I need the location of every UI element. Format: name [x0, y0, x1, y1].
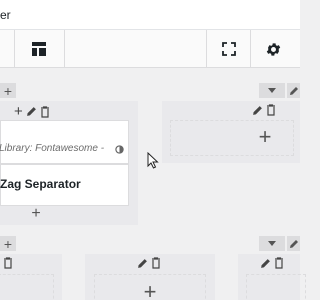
empty-drop-zone[interactable]	[246, 274, 306, 300]
column-left: + Library: Fontawesome - Zag Separator +	[0, 101, 138, 225]
pencil-icon[interactable]	[137, 258, 148, 269]
pencil-icon	[289, 239, 298, 248]
fullscreen-button[interactable]	[214, 30, 244, 68]
column-actions	[3, 257, 13, 269]
add-section-button[interactable]: +	[0, 83, 16, 98]
fullscreen-icon	[222, 42, 236, 56]
gear-icon	[266, 42, 280, 56]
empty-drop-zone[interactable]	[0, 274, 54, 300]
section-edit-button[interactable]	[287, 236, 300, 251]
toolbar-divider	[206, 30, 207, 68]
column-lower-right	[238, 254, 306, 300]
settings-button[interactable]	[258, 30, 288, 68]
empty-drop-zone[interactable]	[170, 120, 294, 156]
section-edit-button[interactable]	[287, 83, 300, 98]
trash-icon[interactable]	[3, 257, 13, 269]
library-meta: Library: Fontawesome -	[0, 143, 105, 154]
trash-icon[interactable]	[274, 257, 284, 269]
section-move-button[interactable]	[259, 83, 285, 98]
plus-icon: +	[3, 235, 13, 252]
editor-toolbar	[0, 30, 300, 68]
chevron-down-icon	[268, 240, 276, 246]
pencil-icon	[289, 86, 298, 95]
column-actions	[137, 257, 161, 269]
section-move-button[interactable]	[259, 236, 285, 251]
layout-icon	[32, 42, 46, 56]
column-actions	[260, 257, 284, 269]
plus-icon[interactable]: +	[14, 103, 23, 120]
cursor-arrow-icon	[147, 152, 159, 169]
column-actions: +	[14, 103, 50, 120]
pencil-icon[interactable]	[26, 106, 37, 117]
pencil-icon[interactable]	[260, 258, 271, 269]
trash-icon[interactable]	[40, 105, 50, 118]
editor-title: er	[0, 8, 11, 22]
chevron-down-icon	[268, 87, 276, 93]
add-widget-button[interactable]: +	[29, 206, 43, 222]
plus-icon: +	[3, 82, 13, 99]
toolbar-divider	[250, 30, 251, 68]
contrast-icon	[115, 145, 124, 154]
layout-button[interactable]	[24, 30, 54, 68]
column-lower-middle: +	[85, 254, 215, 300]
toolbar-divider	[14, 30, 15, 68]
add-section-button[interactable]: +	[0, 236, 16, 251]
widget-title: Zag Separator	[0, 177, 81, 191]
widget-separator-card[interactable]: Zag Separator	[0, 164, 129, 206]
toolbar-divider	[64, 30, 65, 68]
trash-icon[interactable]	[266, 104, 276, 116]
widget-icon-card[interactable]: Library: Fontawesome -	[0, 120, 129, 164]
column-actions	[252, 104, 276, 116]
trash-icon[interactable]	[151, 257, 161, 269]
column-right: +	[162, 101, 300, 163]
editor-titlebar: er	[0, 0, 300, 30]
add-widget-button[interactable]: +	[141, 281, 159, 300]
column-lower-left	[0, 254, 62, 300]
add-widget-button[interactable]: +	[256, 126, 274, 148]
pencil-icon[interactable]	[252, 105, 263, 116]
